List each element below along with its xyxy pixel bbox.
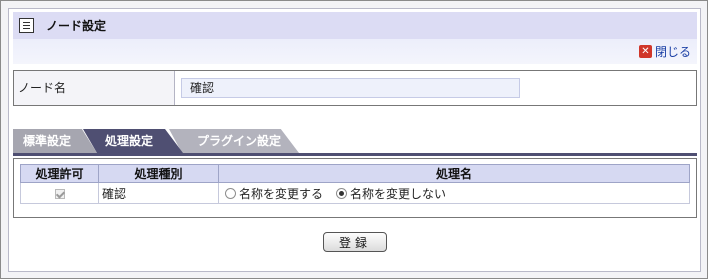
column-header-type: 処理種別 [98, 164, 219, 183]
name-cell: 名称を変更する 名称を変更しない [218, 182, 690, 204]
tab-plugin-settings[interactable]: プラグイン設定 [169, 129, 299, 153]
type-cell: 確認 [98, 182, 219, 204]
process-table: 処理許可 処理種別 処理名 確認 名称を変更する 名称を変更しない [20, 164, 690, 204]
process-settings-panel: 処理許可 処理種別 処理名 確認 名称を変更する 名称を変更しない [13, 158, 697, 218]
no-rename-radio[interactable] [336, 187, 348, 199]
node-name-row: ノード名 確認 [13, 70, 697, 106]
memo-icon [19, 18, 34, 33]
node-name-label: ノード名 [14, 71, 175, 105]
close-button[interactable]: ✕ 閉じる [638, 43, 691, 60]
allowed-checkbox[interactable] [54, 188, 65, 199]
window-frame: ノード設定 ✕ 閉じる ノード名 確認 標準設定 プラグイン設定 処理設定 処理… [0, 0, 708, 279]
tab-process-settings[interactable]: 処理設定 [83, 129, 183, 153]
tab-underline [13, 153, 697, 156]
register-button[interactable]: 登録 [323, 232, 387, 252]
dialog-body: ノード設定 ✕ 閉じる ノード名 確認 標準設定 プラグイン設定 処理設定 処理… [8, 8, 701, 272]
table-row: 確認 名称を変更する 名称を変更しない [20, 182, 690, 204]
close-icon: ✕ [638, 45, 652, 58]
close-label: 閉じる [654, 45, 691, 59]
node-name-field[interactable]: 確認 [181, 78, 520, 98]
page-title: ノード設定 [46, 19, 107, 33]
rename-radio-label[interactable]: 名称を変更する [239, 187, 323, 201]
column-header-name: 処理名 [218, 164, 690, 183]
rename-radio[interactable] [225, 187, 236, 199]
tab-bar: 標準設定 プラグイン設定 処理設定 [13, 129, 697, 153]
tab-standard-settings[interactable]: 標準設定 [13, 129, 97, 153]
toolbar: ✕ 閉じる [13, 39, 697, 64]
no-rename-radio-label[interactable]: 名称を変更しない [350, 187, 446, 201]
column-header-allowed: 処理許可 [20, 164, 99, 183]
title-bar: ノード設定 [13, 12, 697, 39]
allowed-cell [20, 182, 99, 204]
table-header-row: 処理許可 処理種別 処理名 [20, 164, 690, 183]
